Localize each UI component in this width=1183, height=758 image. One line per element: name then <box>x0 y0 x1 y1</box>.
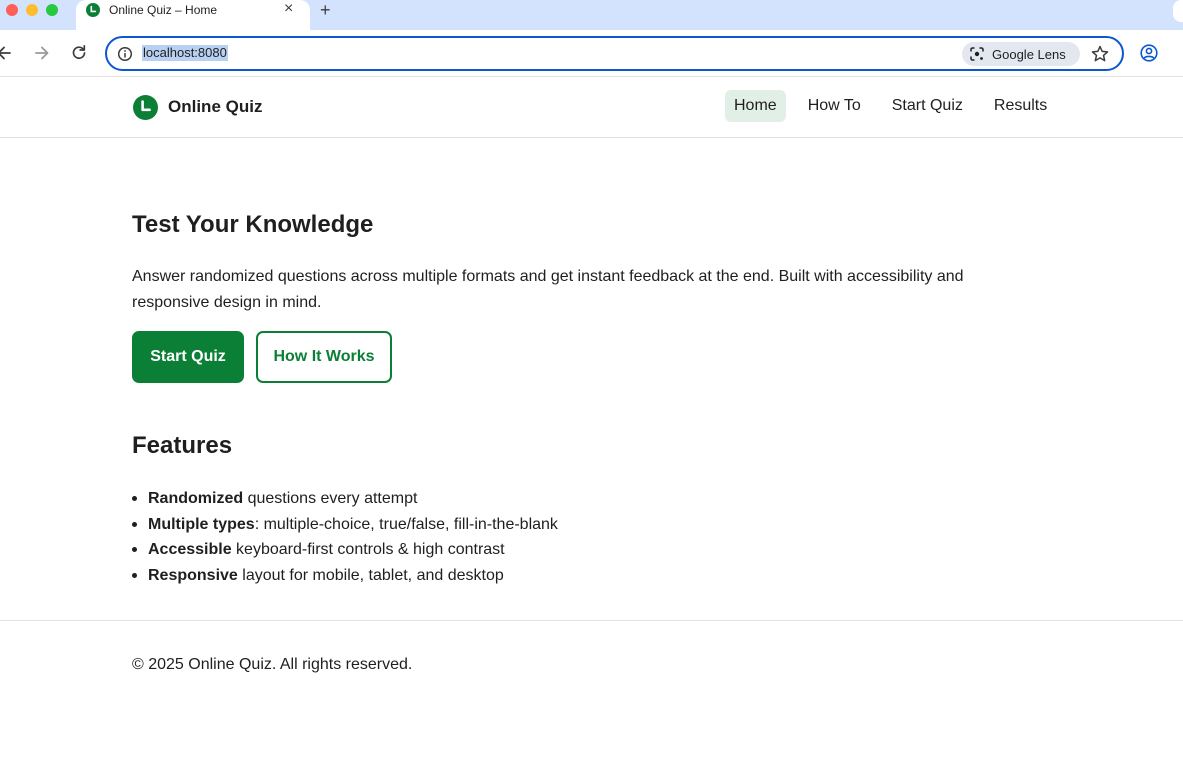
feature-text: : multiple-choice, true/false, fill-in-t… <box>254 515 558 533</box>
quiz-clock-logo-icon <box>133 94 158 120</box>
url-text[interactable]: localhost:8080 <box>142 45 228 61</box>
hero-title: Test Your Knowledge <box>132 211 374 238</box>
tab-close-icon[interactable]: × <box>284 0 293 19</box>
google-lens-button[interactable]: Google Lens <box>962 42 1080 66</box>
feature-keyword: Multiple types <box>148 515 255 533</box>
main-nav: Home How To Start Quiz Results <box>725 90 1056 122</box>
nav-link-home[interactable]: Home <box>725 90 786 122</box>
bookmark-star-icon[interactable] <box>1090 44 1110 64</box>
feature-text: keyboard-first controls & high contrast <box>231 541 505 558</box>
nav-link-how-to[interactable]: How To <box>799 90 870 122</box>
feature-keyword: Randomized <box>148 490 244 507</box>
tab-strip-edge <box>1173 0 1183 22</box>
feature-item: Responsive layout for mobile, tablet, an… <box>132 563 558 589</box>
footer-copyright: © 2025 Online Quiz. All rights reserved. <box>132 656 413 673</box>
window-zoom-control[interactable] <box>46 4 58 16</box>
browser-tab-strip: Online Quiz – Home × + <box>0 0 1183 30</box>
forward-icon[interactable] <box>33 40 53 66</box>
account-icon[interactable] <box>1139 43 1159 63</box>
feature-text: questions every attempt <box>243 490 418 507</box>
nav-link-results[interactable]: Results <box>985 90 1056 122</box>
window-close-control[interactable] <box>6 4 18 16</box>
site-header: Online Quiz Home How To Start Quiz Resul… <box>0 77 1183 138</box>
feature-item: Accessible keyboard-first controls & hig… <box>132 537 558 563</box>
window-minimize-control[interactable] <box>26 4 38 16</box>
address-bar[interactable]: localhost:8080 Google Lens <box>105 36 1124 71</box>
new-tab-plus-icon[interactable]: + <box>320 0 331 21</box>
browser-toolbar: localhost:8080 Google Lens <box>0 30 1183 77</box>
feature-item: Multiple types: multiple-choice, true/fa… <box>132 512 558 538</box>
nav-link-start-quiz[interactable]: Start Quiz <box>883 90 972 122</box>
brand-link[interactable]: Online Quiz <box>133 94 262 120</box>
start-quiz-button[interactable]: Start Quiz <box>132 331 244 383</box>
google-lens-label: Google Lens <box>992 47 1066 62</box>
brand-name: Online Quiz <box>168 97 263 116</box>
how-it-works-button[interactable]: How It Works <box>256 331 392 383</box>
features-list: Randomized questions every attempt Multi… <box>132 486 558 588</box>
site-info-icon[interactable] <box>117 46 133 62</box>
feature-keyword: Accessible <box>148 541 232 558</box>
tab-title: Online Quiz – Home <box>109 3 218 17</box>
features-title: Features <box>132 432 233 459</box>
feature-keyword: Responsive <box>148 566 238 584</box>
reload-icon[interactable] <box>69 40 89 66</box>
feature-item: Randomized questions every attempt <box>132 486 558 512</box>
quiz-clock-favicon-icon <box>86 3 100 17</box>
browser-tab-active[interactable]: Online Quiz – Home × <box>76 0 310 30</box>
hero-description: Answer randomized questions across multi… <box>132 268 964 311</box>
footer-divider <box>0 620 1183 621</box>
back-icon[interactable] <box>0 40 16 66</box>
feature-text: layout for mobile, tablet, and desktop <box>237 566 504 584</box>
google-lens-icon <box>970 47 984 61</box>
